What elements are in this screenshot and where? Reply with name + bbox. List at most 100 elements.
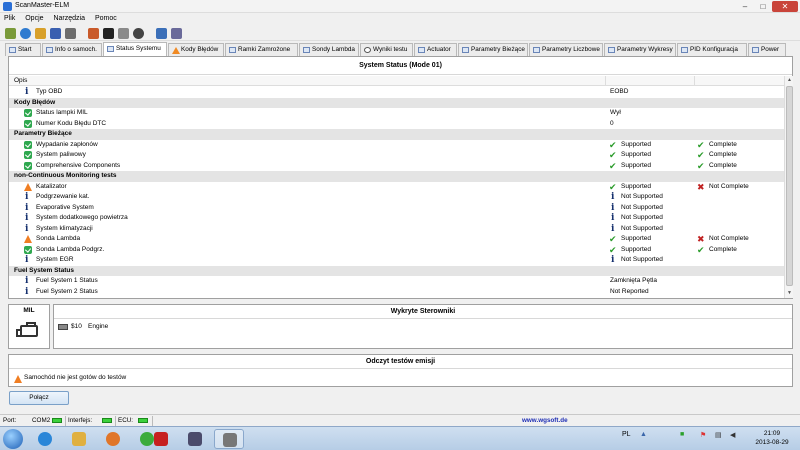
tray-flag-icon[interactable]: ⚑ <box>700 431 706 439</box>
status-row[interactable]: Comprehensive Components Supported Complet… <box>9 161 784 172</box>
connect-button[interactable]: Połącz <box>9 391 69 405</box>
menu-narzedzia[interactable]: Narzędzia <box>49 13 89 24</box>
language-indicator[interactable]: PL <box>622 431 631 438</box>
status-row[interactable]: System klimatyzacji Not Supported <box>9 224 784 235</box>
row-label: Fuel System 1 Status <box>36 277 98 284</box>
status-list[interactable]: Typ OBD EOBD Kody Błędów Status lampki MIL W… <box>9 87 784 298</box>
app-icon <box>3 2 12 11</box>
tab-status-systemu[interactable]: Status Systemu <box>103 42 167 56</box>
status-row[interactable]: System dodatkowego powietrza Not Supporte… <box>9 213 784 224</box>
warning-icon <box>172 47 180 54</box>
scroll-up-icon[interactable]: ▲ <box>785 76 794 85</box>
status-row[interactable]: Sonda Lambda Podgrz. Supported Complete <box>9 245 784 255</box>
vertical-scrollbar[interactable]: ▲ ▼ <box>784 76 793 298</box>
report-icon[interactable] <box>88 28 99 39</box>
app-icon <box>188 432 202 446</box>
controllers-title: Wykryte Sterowniki <box>54 305 792 319</box>
status-row[interactable]: Fuel System 1 Status Zamknięta Pętla <box>9 276 784 287</box>
power-icon <box>752 47 759 53</box>
row-label: Numer Kodu Błędu DTC <box>36 119 107 127</box>
check-icon <box>697 161 706 172</box>
terminal-icon[interactable] <box>103 28 114 39</box>
taskbar-firefox[interactable] <box>98 429 128 449</box>
check-icon <box>697 150 706 161</box>
clock[interactable]: 21:09 2013-08-29 <box>748 429 796 447</box>
support-status: Not Supported <box>621 224 663 232</box>
save-icon[interactable] <box>50 28 61 39</box>
tab-wyniki-testu[interactable]: Wyniki testu <box>360 43 413 56</box>
status-divider <box>152 416 153 426</box>
status-row[interactable]: Typ OBD EOBD <box>9 87 784 98</box>
website-link[interactable]: www.wgsoft.de <box>522 415 568 426</box>
ok-icon <box>24 109 32 117</box>
tab-sondy-lambda[interactable]: Sondy Lambda <box>299 43 359 56</box>
status-row[interactable]: Podgrzewanie kat. Not Supported <box>9 192 784 203</box>
group-header[interactable]: Parametry Bieżące <box>9 129 784 140</box>
emission-title: Odczyt testów emisji <box>9 355 792 369</box>
row-value: 0 <box>610 119 614 127</box>
tab-actuator[interactable]: Actuator <box>414 43 457 56</box>
minimize-button[interactable]: – <box>736 1 754 12</box>
row-value: EOBD <box>610 88 629 95</box>
taskbar-pdf[interactable] <box>146 429 176 449</box>
tab-parametry-biezace[interactable]: Parametry Bieżące <box>458 43 528 56</box>
volume-icon[interactable]: ◀ <box>730 431 735 439</box>
close-button[interactable]: ✕ <box>772 1 798 12</box>
info-icon <box>46 47 53 53</box>
globe-icon[interactable] <box>20 28 31 39</box>
tab-start[interactable]: Start <box>5 43 41 56</box>
row-label: Typ OBD <box>36 88 63 95</box>
group-header[interactable]: non-Continuous Monitoring tests <box>9 171 784 182</box>
completion-status: Not Complete <box>709 235 749 242</box>
info-icon <box>24 224 32 235</box>
status-row[interactable]: System paliwowy Supported Complete <box>9 150 784 161</box>
status-row[interactable]: System EGR Not Supported <box>9 255 784 266</box>
ecu-label: ECU: <box>118 417 134 424</box>
info-icon <box>609 255 618 266</box>
status-row[interactable]: Wypadanie zapłonów Supported Complete <box>9 140 784 150</box>
taskbar-scanmaster[interactable] <box>214 429 244 449</box>
status-row[interactable]: Evaporative System Not Supported <box>9 203 784 214</box>
status-icon <box>107 46 114 52</box>
device-icon[interactable] <box>118 28 129 39</box>
window-title: ScanMaster-ELM <box>15 2 70 9</box>
info-icon <box>24 276 32 287</box>
print-icon[interactable] <box>65 28 76 39</box>
status-row[interactable]: Katalizator Supported Not Complete <box>9 182 784 192</box>
settings-icon[interactable] <box>133 28 144 39</box>
connect-icon[interactable] <box>5 28 16 39</box>
taskbar-explorer[interactable] <box>64 429 94 449</box>
menu-plik[interactable]: Plik <box>0 13 19 24</box>
status-row[interactable]: Status lampki MIL Wył <box>9 108 784 119</box>
tray-app-icon[interactable]: ■ <box>680 431 684 438</box>
status-row[interactable]: Fuel System 2 Status Not Reported <box>9 287 784 298</box>
group-header[interactable]: Kody Błędów <box>9 97 784 108</box>
maximize-button[interactable]: □ <box>754 1 772 12</box>
tab-kody-bledow[interactable]: Kody Błędów <box>168 43 224 56</box>
ecu-led <box>138 418 148 423</box>
start-button[interactable] <box>3 429 23 449</box>
tab-parametry-liczbowe[interactable]: Parametry Liczbowe <box>529 43 603 56</box>
tab-ramki-zamrozone[interactable]: Ramki Zamrożone <box>225 43 298 56</box>
window-icon[interactable] <box>156 28 167 39</box>
info-icon <box>609 213 618 224</box>
ok-icon <box>24 245 32 254</box>
browser-icon <box>38 432 52 446</box>
taskbar-ie[interactable] <box>30 429 60 449</box>
tab-power[interactable]: Power <box>748 43 786 56</box>
status-row[interactable]: Numer Kodu Błędu DTC 0 <box>9 119 784 130</box>
tab-info[interactable]: Info o samoch. <box>42 43 102 56</box>
scroll-down-icon[interactable]: ▼ <box>785 289 794 298</box>
help-icon[interactable] <box>171 28 182 39</box>
menu-pomoc[interactable]: Pomoc <box>91 13 121 24</box>
group-header[interactable]: Fuel System Status <box>9 265 784 276</box>
tab-pid-konfiguracja[interactable]: PID Konfiguracja <box>677 43 747 56</box>
folder-icon[interactable] <box>35 28 46 39</box>
taskbar-app[interactable] <box>180 429 210 449</box>
tray-expand-icon[interactable]: ▲ <box>640 431 647 438</box>
network-icon[interactable]: ▤ <box>715 431 722 439</box>
tab-parametry-wykresy[interactable]: Parametry Wykresy <box>604 43 676 56</box>
menu-opcje[interactable]: Opcje <box>21 13 47 24</box>
status-row[interactable]: Sonda Lambda Supported Not Complete <box>9 234 784 245</box>
scroll-thumb[interactable] <box>786 86 793 286</box>
